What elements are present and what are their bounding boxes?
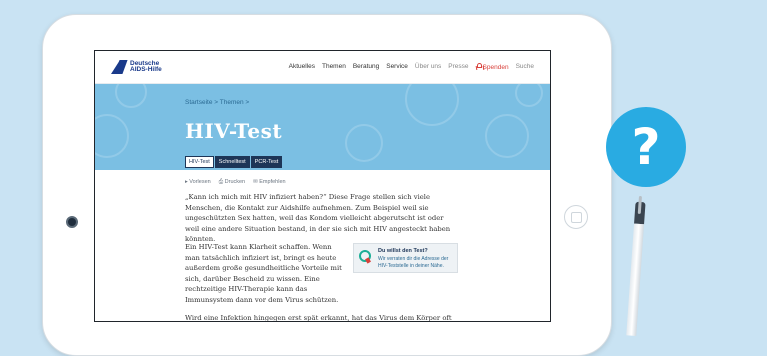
breadcrumb[interactable]: Startseite > Themen >	[185, 99, 249, 106]
page-title: HIV-Test	[185, 119, 283, 143]
share-label: Empfehlen	[259, 179, 286, 185]
search-link[interactable]: Suche	[516, 63, 534, 71]
decor-circle	[345, 124, 383, 162]
home-button[interactable]	[564, 205, 588, 229]
camera-icon	[66, 216, 78, 228]
print-label: Drucken	[224, 179, 246, 185]
menu-item-beratung[interactable]: Beratung	[353, 63, 379, 71]
top-navigation: Deutsche AIDS-Hilfe Aktuelles Themen Ber…	[95, 51, 550, 84]
tab-schnelltest[interactable]: Schnelltest	[214, 156, 250, 168]
tab-pcr-test[interactable]: PCR-Test	[250, 156, 283, 168]
print-button[interactable]: ⎙ Drucken	[219, 179, 245, 186]
decor-circle	[485, 114, 529, 158]
main-menu: Aktuelles Themen Beratung Service Über u…	[289, 63, 534, 71]
ribbon-icon	[476, 63, 482, 70]
logo-text: Deutsche AIDS-Hilfe	[130, 59, 162, 73]
intro-paragraph: „Kann ich mich mit HIV infiziert haben?“…	[185, 193, 451, 243]
page-tools: ▸ Vorlesen ⎙ Drucken ✉ Empfehlen	[185, 179, 286, 186]
menu-item-themen[interactable]: Themen	[322, 63, 346, 71]
sub-tabs: HIV-Test Schnelltest PCR-Test	[185, 156, 283, 168]
second-paragraph: Ein HIV-Test kann Klarheit schaffen. Wen…	[185, 243, 342, 304]
menu-item-service[interactable]: Service	[386, 63, 408, 71]
decor-circle	[405, 84, 459, 126]
card-text[interactable]: Wir verraten dir die Adresse der HIV-Tes…	[378, 256, 454, 269]
donate-label: Spenden	[482, 64, 509, 71]
menu-item-aktuelles[interactable]: Aktuelles	[289, 63, 315, 71]
tab-hiv-test[interactable]: HIV-Test	[185, 156, 214, 168]
menu-item-presse[interactable]: Presse	[448, 63, 468, 71]
third-paragraph: Wird eine Infektion hingegen erst spät e…	[185, 314, 452, 322]
hero-banner	[95, 84, 550, 170]
site-logo[interactable]: Deutsche AIDS-Hilfe	[111, 59, 162, 75]
decor-circle	[95, 114, 129, 158]
question-mark-icon: ?	[631, 118, 661, 176]
card-title: Du willst den Test?	[378, 248, 428, 254]
test-finder-card[interactable]: Du willst den Test? Wir verraten dir die…	[353, 243, 458, 273]
donate-link[interactable]: Spenden	[476, 63, 509, 71]
decor-circle	[515, 84, 543, 107]
tablet-screen: Deutsche AIDS-Hilfe Aktuelles Themen Ber…	[94, 50, 551, 322]
read-aloud-label: Vorlesen	[189, 179, 211, 185]
read-aloud-button[interactable]: ▸ Vorlesen	[185, 179, 211, 186]
decor-circle	[115, 84, 147, 108]
location-search-icon	[359, 250, 371, 262]
menu-item-ueber-uns[interactable]: Über uns	[415, 63, 441, 71]
share-button[interactable]: ✉ Empfehlen	[253, 179, 285, 186]
logo-icon	[111, 60, 127, 74]
